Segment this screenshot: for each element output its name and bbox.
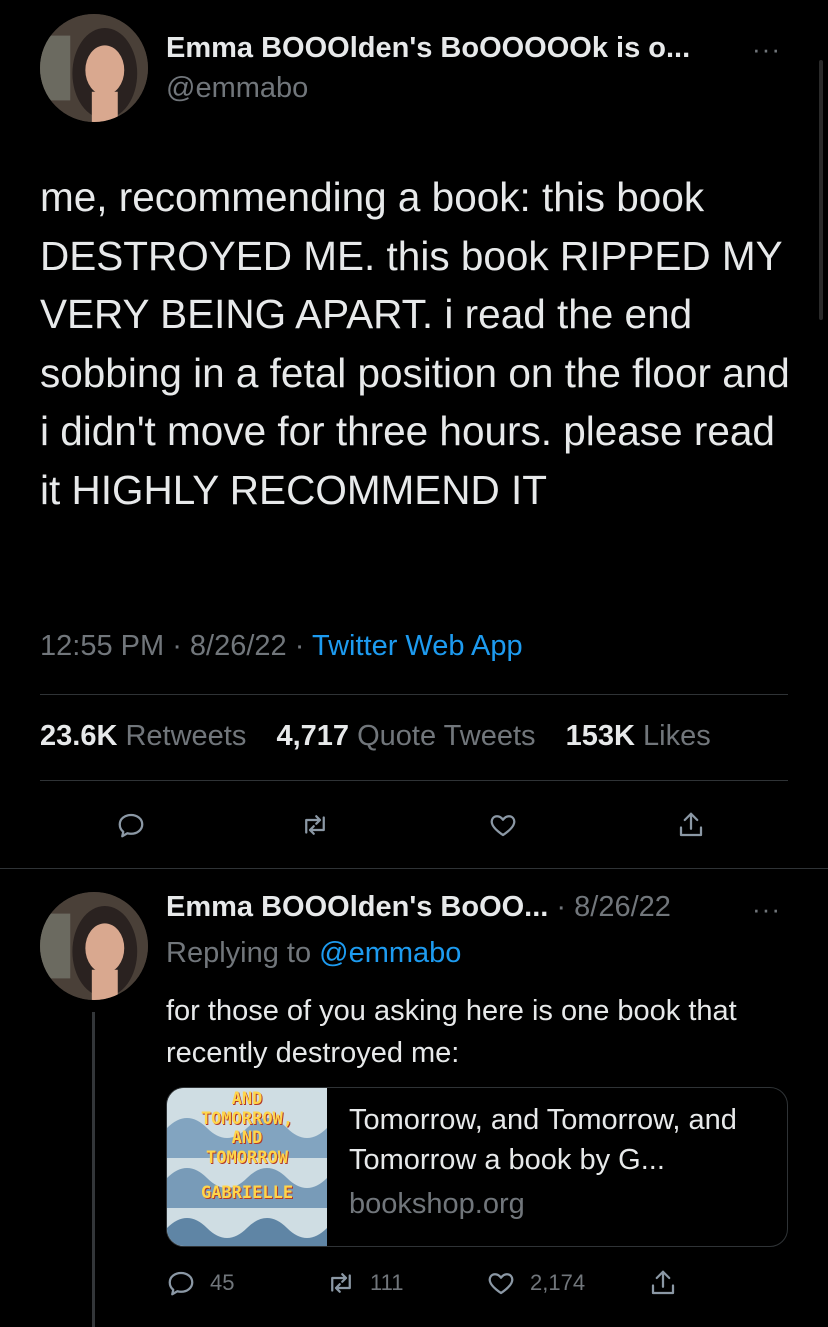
reply-icon: [118, 813, 144, 838]
more-icon[interactable]: ···: [752, 896, 781, 922]
meta-separator: ·: [556, 891, 575, 923]
meta-separator: ·: [172, 630, 190, 662]
tweet-text: me, recommending a book: this book DESTR…: [40, 174, 790, 513]
avatar[interactable]: [40, 14, 148, 122]
thread-line: [92, 1012, 95, 1327]
like-icon: [490, 815, 516, 837]
link-card[interactable]: AND TOMORROW, AND TOMORROW GABRIELLE Tom…: [166, 1087, 788, 1247]
like-icon: [488, 1273, 514, 1295]
author-name[interactable]: Emma BOOOlden's BoOO...: [166, 891, 548, 923]
retweet-button[interactable]: 111: [326, 1268, 403, 1298]
reply-button[interactable]: [116, 810, 146, 840]
quotes-stat[interactable]: 4,717 Quote Tweets: [276, 720, 543, 752]
like-button[interactable]: 2,174: [486, 1268, 585, 1298]
reply-icon: [168, 1271, 194, 1296]
tweet-time: 12:55 PM: [40, 630, 165, 662]
retweet-count: 111: [370, 1270, 404, 1295]
retweets-label: Retweets: [125, 720, 247, 752]
replying-handle[interactable]: @emmabo: [319, 937, 461, 969]
reply-text: for those of you asking here is one book…: [166, 995, 737, 1069]
book-cover: AND TOMORROW, AND TOMORROW GABRIELLE: [167, 1088, 327, 1246]
cover-line: AND: [231, 1128, 263, 1148]
likes-label: Likes: [643, 720, 711, 752]
reply-count: 45: [210, 1270, 235, 1295]
avatar-photo: [40, 892, 148, 1000]
cover-title: AND TOMORROW, AND TOMORROW GABRIELLE: [167, 1089, 327, 1204]
cover-line: AND: [231, 1089, 263, 1109]
divider: [0, 868, 828, 869]
card-domain: bookshop.org: [349, 1188, 525, 1220]
author-name[interactable]: Emma BOOOlden's BoOOOOOk is o...: [166, 32, 690, 65]
avatar[interactable]: [40, 892, 148, 1000]
more-icon[interactable]: ···: [752, 36, 781, 62]
author-handle[interactable]: @emmabo: [166, 72, 308, 105]
retweet-button[interactable]: [300, 810, 330, 840]
cover-line: TOMORROW,: [200, 1108, 294, 1129]
retweet-icon: [331, 1273, 351, 1293]
tweet-meta: 12:55 PM · 8/26/22 · Twitter Web App: [40, 630, 523, 663]
share-icon: [651, 1270, 675, 1295]
tweet-stats: 23.6K Retweets 4,717 Quote Tweets 153K L…: [40, 720, 711, 753]
cover-line: TOMORROW: [206, 1147, 288, 1168]
retweet-icon: [305, 815, 325, 835]
replying-prefix: Replying to: [166, 937, 312, 969]
scrollbar[interactable]: [819, 60, 823, 320]
replying-to: Replying to @emmabo: [166, 937, 461, 970]
like-button[interactable]: [488, 810, 518, 840]
retweets-count: 23.6K: [40, 720, 118, 752]
divider: [40, 780, 788, 781]
cover-line: GABRIELLE: [200, 1183, 294, 1203]
share-button[interactable]: [676, 810, 706, 840]
tweet-date[interactable]: 8/26/22: [574, 891, 671, 923]
likes-count: 153K: [565, 720, 635, 752]
quotes-count: 4,717: [276, 720, 350, 752]
likes-stat[interactable]: 153K Likes: [566, 720, 711, 752]
reply-button[interactable]: 45: [166, 1268, 234, 1298]
meta-separator: ·: [294, 630, 312, 662]
tweet-date[interactable]: 8/26/22: [190, 630, 287, 662]
avatar-photo: [40, 14, 148, 122]
share-button[interactable]: [648, 1268, 678, 1298]
reply-header: Emma BOOOlden's BoOO... · 8/26/22: [166, 891, 671, 924]
like-count: 2,174: [530, 1270, 586, 1295]
divider: [40, 694, 788, 695]
card-title: Tomorrow, and Tomorrow, and Tomorrow a b…: [349, 1104, 737, 1176]
quotes-label: Quote Tweets: [357, 720, 536, 752]
tweet-source[interactable]: Twitter Web App: [312, 630, 523, 662]
share-icon: [679, 812, 703, 837]
retweets-stat[interactable]: 23.6K Retweets: [40, 720, 254, 752]
